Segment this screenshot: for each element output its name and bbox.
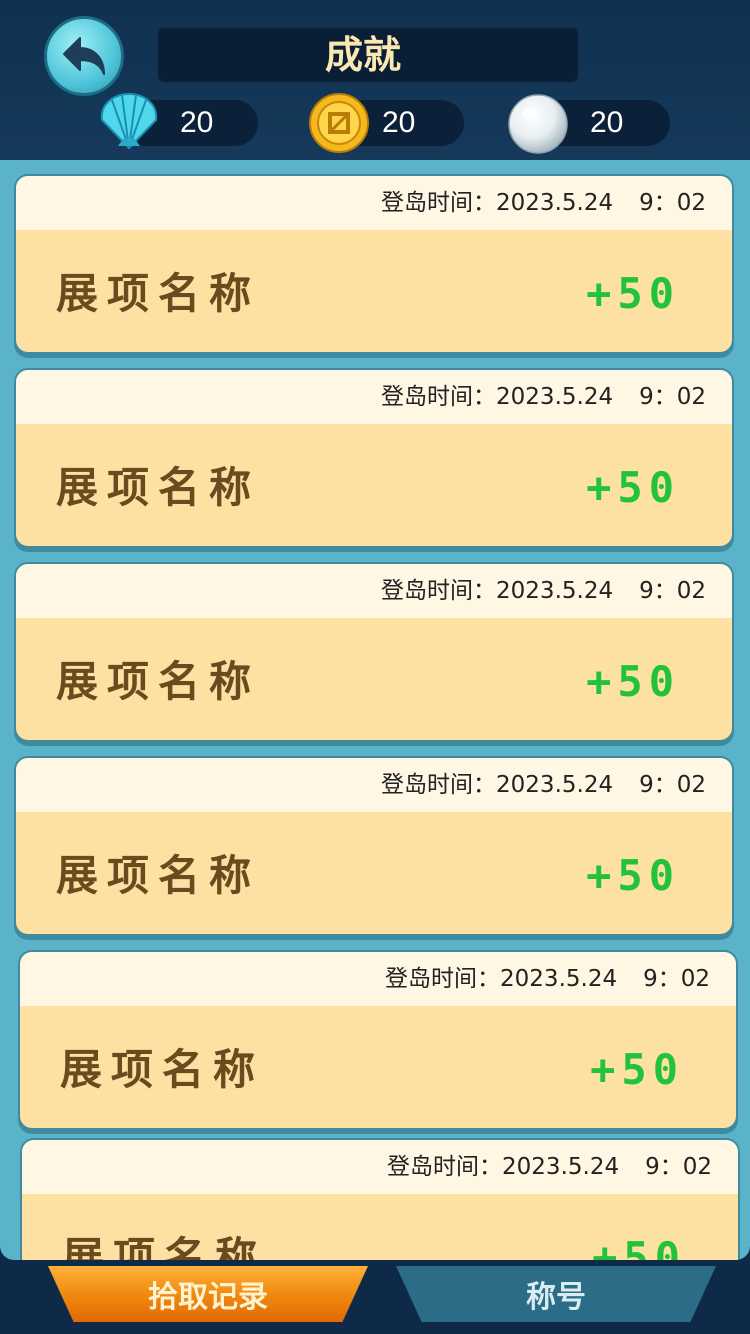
exhibit-name: 展项名称 [60,1045,265,1094]
pearl-count: 20 [590,106,624,139]
exhibit-name: 展项名称 [56,657,261,706]
record-time: 登岛时间：2023.5.24 9：02 [381,370,706,424]
record-card[interactable]: 登岛时间：2023.5.24 9：02 展项名称 +50 [14,562,734,742]
record-time: 登岛时间：2023.5.24 9：02 [381,564,706,618]
shell-icon [100,92,158,150]
time-label: 登岛时间： [381,190,497,216]
record-date: 2023.5.24 [496,578,614,604]
exhibit-name: 展项名称 [62,1233,267,1260]
record-date: 2023.5.24 [496,772,614,798]
record-score: +50 [586,851,680,900]
coin-count: 20 [382,106,416,139]
record-date: 2023.5.24 [496,190,614,216]
record-score: +50 [586,657,680,706]
record-clock: 9：02 [639,578,706,604]
record-card[interactable]: 登岛时间：2023.5.24 9：02 展项名称 +50 [20,1138,740,1260]
record-time: 登岛时间：2023.5.24 9：02 [381,758,706,812]
record-score: +50 [592,1233,686,1260]
exhibit-name: 展项名称 [56,463,261,512]
tab-pickup-records[interactable]: 拾取记录 [48,1266,368,1322]
tab-titles[interactable]: 称号 [396,1266,716,1322]
coin-icon [309,93,369,153]
time-label: 登岛时间： [381,578,497,604]
record-clock: 9：02 [639,772,706,798]
record-score: +50 [590,1045,684,1094]
record-date: 2023.5.24 [500,966,618,992]
record-score: +50 [586,269,680,318]
shell-count: 20 [180,106,214,139]
record-time: 登岛时间：2023.5.24 9：02 [385,952,710,1006]
record-date: 2023.5.24 [496,384,614,410]
time-label: 登岛时间： [381,384,497,410]
time-label: 登岛时间： [385,966,501,992]
records-panel[interactable]: 登岛时间：2023.5.24 9：02 展项名称 +50 登岛时间：2023.5.… [0,160,750,1260]
header: 成就 20 20 20 [0,0,750,165]
record-clock: 9：02 [639,384,706,410]
record-card[interactable]: 登岛时间：2023.5.24 9：02 展项名称 +50 [14,368,734,548]
record-clock: 9：02 [639,190,706,216]
pearl-icon [508,94,568,154]
record-score: +50 [586,463,680,512]
time-label: 登岛时间： [381,772,497,798]
record-card[interactable]: 登岛时间：2023.5.24 9：02 展项名称 +50 [18,950,738,1130]
record-time: 登岛时间：2023.5.24 9：02 [387,1140,712,1194]
record-date: 2023.5.24 [502,1154,620,1180]
record-card[interactable]: 登岛时间：2023.5.24 9：02 展项名称 +50 [14,756,734,936]
exhibit-name: 展项名称 [56,851,261,900]
record-card[interactable]: 登岛时间：2023.5.24 9：02 展项名称 +50 [14,174,734,354]
exhibit-name: 展项名称 [56,269,261,318]
record-time: 登岛时间：2023.5.24 9：02 [381,176,706,230]
record-clock: 9：02 [645,1154,712,1180]
record-clock: 9：02 [643,966,710,992]
page-title: 成就 [324,33,401,77]
time-label: 登岛时间： [387,1154,503,1180]
